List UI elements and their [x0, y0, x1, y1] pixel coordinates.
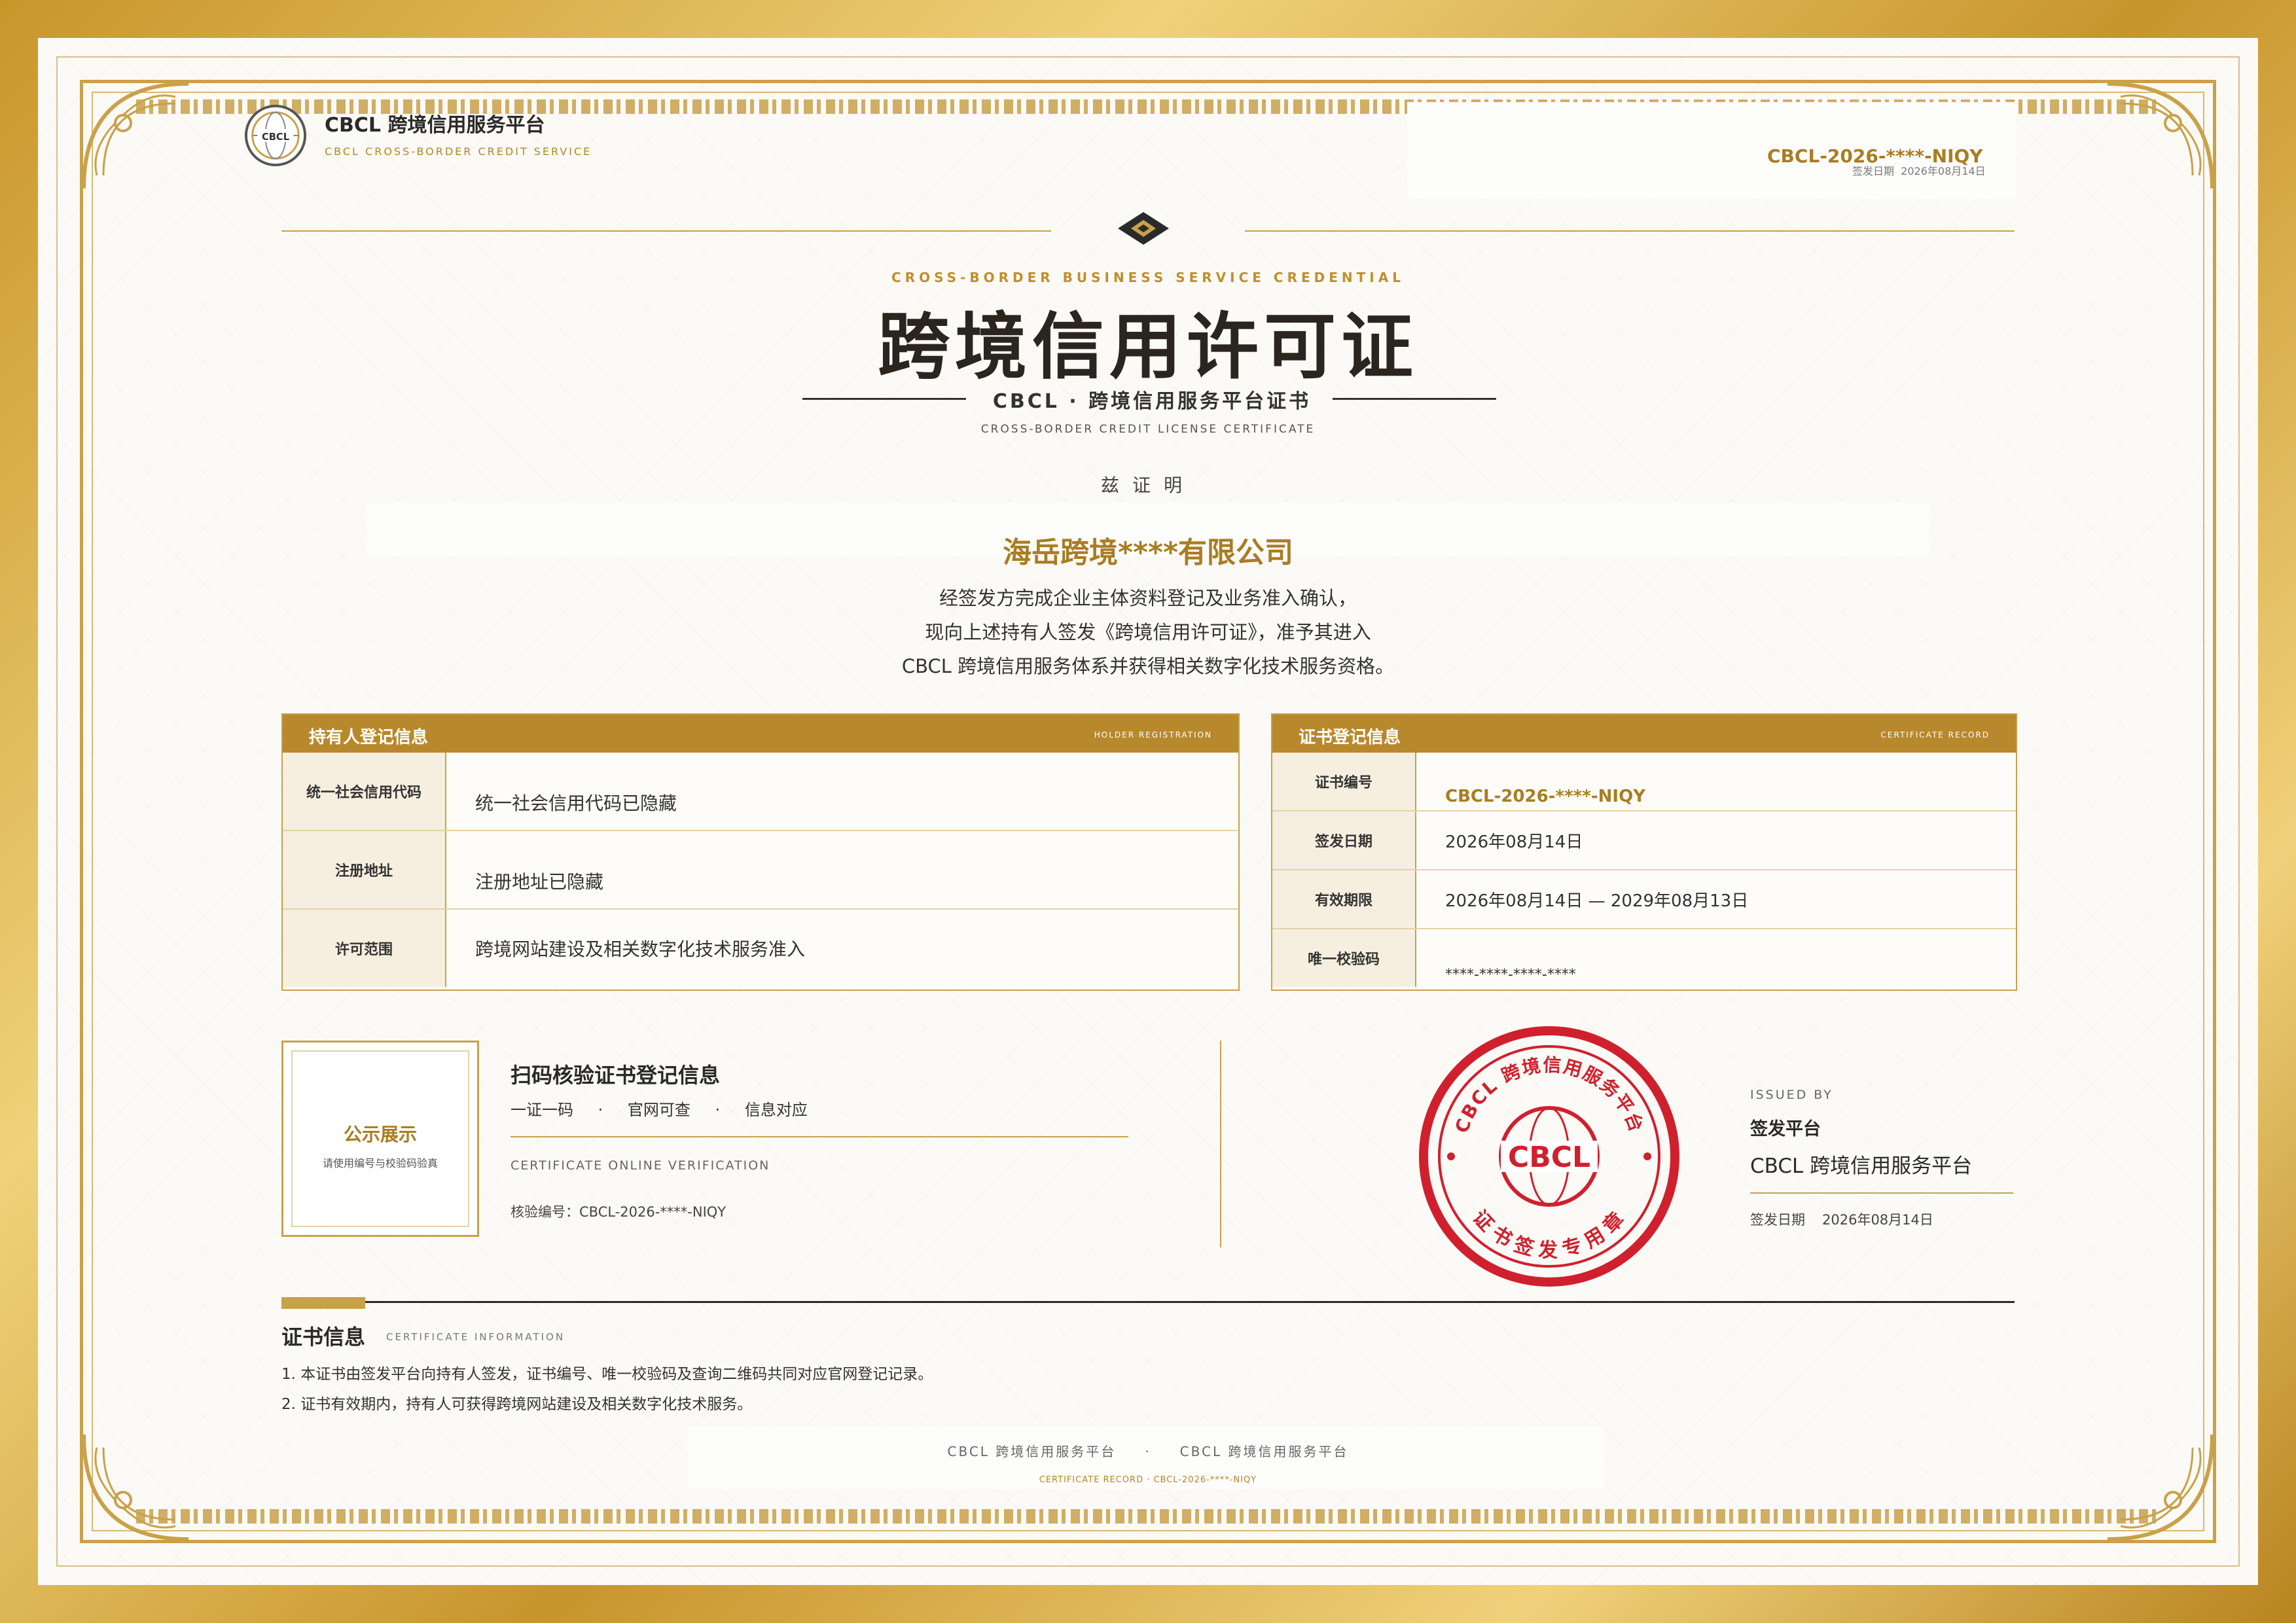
verify-title: 扫码核验证书登记信息 [511, 1063, 721, 1088]
subtitle-english: CROSS-BORDER CREDIT LICENSE CERTIFICATE [980, 423, 1316, 436]
issuer-rule [1750, 1192, 2013, 1194]
row-value: 注册地址已隐藏 [475, 871, 604, 893]
row-key: 有效期限 [1272, 870, 1416, 928]
diamond-ornament-icon [1118, 212, 1169, 245]
issuer-date: 签发日期 2026年08月14日 [1750, 1212, 1933, 1228]
svg-text:证书签发专用章: 证书签发专用章 [1468, 1206, 1630, 1262]
info-rule [281, 1301, 2015, 1303]
holder-registration-table: 持有人登记信息 HOLDER REGISTRATION 统一社会信用代码 统一社… [281, 713, 1240, 991]
header-rule-left [281, 230, 1051, 232]
qr-instruction: 请使用编号与校验码验真 [322, 1157, 438, 1169]
qr-title: 公示展示 [343, 1124, 417, 1145]
table-title: 证书登记信息 [1299, 728, 1401, 747]
info-line: 1. 本证书由签发平台向持有人签发，证书编号、唯一校验码及查询二维码共同对应官网… [281, 1366, 933, 1383]
header-rule-right [1245, 230, 2015, 232]
table-row: 有效期限 2026年08月14日 — 2029年08月13日 [1272, 869, 2016, 928]
certificate-subtitle: CBCL · 跨境信用服务平台证书 [992, 390, 1312, 413]
verify-tags: 一证一码 · 官网可查 · 信息对应 [511, 1097, 827, 1120]
certificate-title: 跨境信用许可证 [878, 304, 1418, 389]
row-key: 唯一校验码 [1272, 929, 1416, 987]
svg-text:CBCL: CBCL [262, 132, 289, 143]
table-header: 持有人登记信息 HOLDER REGISTRATION [283, 715, 1238, 753]
row-value: 跨境网站建设及相关数字化技术服务准入 [475, 938, 806, 960]
corner-ornament-icon [2107, 1434, 2214, 1541]
holder-name: 海岳跨境****有限公司 [1002, 536, 1294, 569]
corner-ornament-icon [82, 82, 189, 189]
verify-rule [511, 1136, 1128, 1137]
verify-english: CERTIFICATE ONLINE VERIFICATION [511, 1158, 770, 1173]
row-value: 2026年08月14日 [1445, 832, 1583, 852]
row-value: CBCL-2026-****-NIQY [1445, 787, 1646, 806]
table-row: 证书编号 CBCL-2026-****-NIQY [1272, 753, 2016, 810]
brand-subtitle: CBCL CROSS-BORDER CREDIT SERVICE [325, 145, 592, 158]
statement-line: CBCL 跨境信用服务体系并获得相关数字化技术服务资格。 [901, 655, 1395, 677]
statement-line: 经签发方完成企业主体资料登记及业务准入确认， [939, 587, 1357, 609]
table-header: 证书登记信息 CERTIFICATE RECORD [1272, 715, 2016, 753]
row-key: 许可范围 [283, 910, 446, 987]
table-row: 签发日期 2026年08月14日 [1272, 810, 2016, 869]
info-title-english: CERTIFICATE INFORMATION [386, 1331, 565, 1343]
footer-record: CERTIFICATE RECORD · CBCL-2026-****-NIQY [1039, 1475, 1257, 1485]
verify-tag: 官网可查 [627, 1101, 691, 1119]
table-row: 统一社会信用代码 统一社会信用代码已隐藏 [283, 753, 1238, 830]
statement-line: 现向上述持有人签发《跨境信用许可证》，准予其进入 [925, 621, 1371, 643]
row-key: 签发日期 [1272, 812, 1416, 869]
certificate-statement: 经签发方完成企业主体资料登记及业务准入确认， 现向上述持有人签发《跨境信用许可证… [655, 581, 1641, 683]
corner-ornament-icon [82, 1434, 189, 1541]
brand-name: CBCL 跨境信用服务平台 [325, 114, 545, 137]
table-title: 持有人登记信息 [309, 728, 429, 747]
certificate-record-table: 证书登记信息 CERTIFICATE RECORD 证书编号 CBCL-2026… [1271, 713, 2017, 991]
info-accent-bar [281, 1297, 365, 1309]
row-key: 证书编号 [1272, 753, 1416, 810]
bottom-meander-border [136, 1509, 2160, 1524]
row-value: 2026年08月14日 — 2029年08月13日 [1445, 891, 1749, 911]
hereby-certify: 兹证明 [1100, 474, 1195, 496]
table-title-english: CERTIFICATE RECORD [1880, 730, 1990, 740]
verify-tag: 一证一码 [511, 1101, 573, 1119]
issued-by-english: ISSUED BY [1750, 1088, 1833, 1102]
row-key: 统一社会信用代码 [283, 753, 446, 830]
verify-tag: 信息对应 [744, 1101, 808, 1119]
row-value: 统一社会信用代码已隐藏 [475, 793, 677, 814]
table-row: 许可范围 跨境网站建设及相关数字化技术服务准入 [283, 908, 1238, 987]
info-title: 证书信息 [281, 1325, 366, 1349]
verify-tag-separator: · [715, 1101, 721, 1119]
certificate-page: CBCL CBCL 跨境信用服务平台 CBCL CROSS-BORDER CRE… [0, 0, 2296, 1623]
section-divider [1220, 1041, 1221, 1247]
corner-ornament-icon [2107, 82, 2214, 189]
footer-text: CBCL 跨境信用服务平台 · CBCL 跨境信用服务平台 [947, 1444, 1349, 1459]
table-row: 注册地址 注册地址已隐藏 [283, 830, 1238, 908]
row-value: ****-****-****-**** [1445, 967, 1576, 983]
verify-tag-separator: · [598, 1101, 603, 1119]
header-issue-date: 签发日期 2026年08月14日 [1852, 165, 1986, 177]
table-row: 唯一校验码 ****-****-****-**** [1272, 928, 2016, 987]
issuer-name: CBCL 跨境信用服务平台 [1750, 1154, 1973, 1178]
svg-text:CBCL 跨境信用服务平台: CBCL 跨境信用服务平台 [1451, 1054, 1648, 1136]
official-seal-icon: CBCL CBCL 跨境信用服务平台 证书签发专用章 [1419, 1026, 1679, 1287]
info-line: 2. 证书有效期内，持有人可获得跨境网站建设及相关数字化技术服务。 [281, 1396, 753, 1413]
row-key: 注册地址 [283, 831, 446, 908]
issuer-label: 签发平台 [1750, 1119, 1821, 1139]
cbcl-logo-icon: CBCL [244, 104, 307, 167]
title-english-top: CROSS-BORDER BUSINESS SERVICE CREDENTIAL [891, 270, 1405, 285]
verify-number: 核验编号：CBCL-2026-****-NIQY [511, 1204, 726, 1220]
svg-text:CBCL: CBCL [1508, 1141, 1590, 1174]
table-title-english: HOLDER REGISTRATION [1094, 730, 1212, 740]
